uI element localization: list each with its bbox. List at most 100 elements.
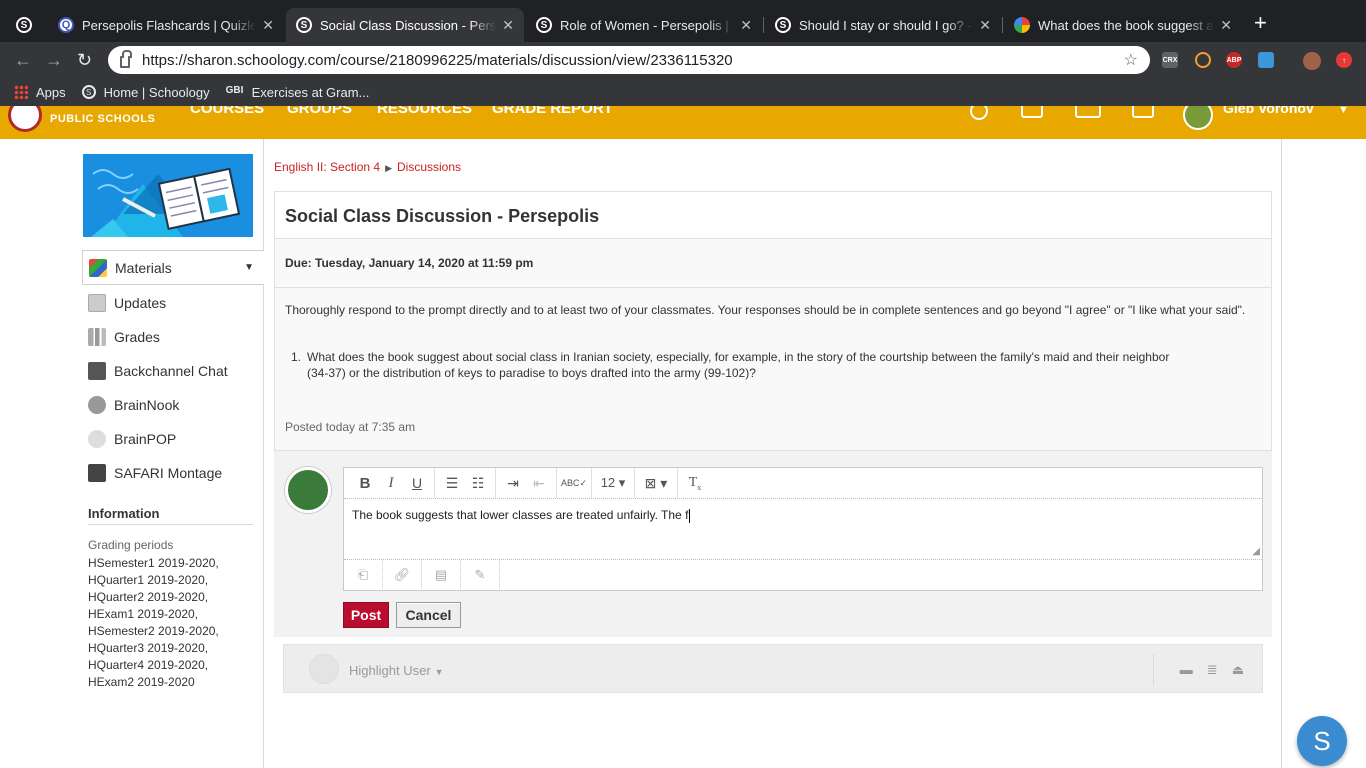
clear-formatting-icon[interactable]: Tx [682,475,708,492]
nav-groups[interactable]: GROUPS [287,106,352,117]
bookmark-grammar[interactable]: GBI Exercises at Gram... [226,85,370,100]
bookmark-schoology[interactable]: S Home | Schoology [81,84,210,100]
spellcheck-icon[interactable]: ABC✓ [561,478,587,489]
collapse-view-icon[interactable]: ▬ [1180,662,1193,678]
grading-period: HExam1 2019-2020, [88,607,199,621]
close-icon[interactable]: ✕ [740,17,752,34]
sidebar-item-grades[interactable]: Grades [82,320,264,354]
sidebar-item-safari-montage[interactable]: SAFARI Montage [82,456,264,490]
tab-google-search[interactable]: What does the book suggest about social … [1004,8,1242,42]
grading-period: HQuarter4 2019-2020, [88,658,209,672]
highlight-user-dropdown[interactable]: Highlight User ▼ [349,663,444,678]
owl-extension-icon[interactable] [1195,52,1211,68]
address-bar[interactable]: https://sharon.schoology.com/course/2180… [108,46,1150,74]
font-size-select[interactable]: 12 ▾ [596,475,630,491]
grading-periods-label: Grading periods [88,538,174,552]
post-button[interactable]: Post [343,602,389,628]
sidebar-item-brainnook[interactable]: BrainNook [82,388,264,422]
italic-icon[interactable]: I [378,475,404,492]
expand-all-icon[interactable]: ⏏ [1232,662,1244,678]
attach-file-icon[interactable]: ⎗ [344,559,383,591]
sidebar-item-updates[interactable]: Updates [82,286,264,320]
resize-handle-icon[interactable]: ◢ [1252,546,1260,557]
tab-title: Role of Women - Persepolis | Schoology [560,17,734,33]
school-logo[interactable] [8,106,42,132]
close-icon[interactable]: ✕ [502,17,514,34]
tab-title: Should I stay or should I go? - Persepol… [799,17,973,33]
tab-role-of-women[interactable]: S Role of Women - Persepolis | Schoology… [526,8,762,42]
bookmark-label: Home | Schoology [103,84,210,100]
close-icon[interactable]: ✕ [1220,17,1232,34]
content-right-border [1281,139,1282,768]
calendar-icon[interactable] [1021,106,1043,118]
tab-social-class[interactable]: S Social Class Discussion - Persepolis ✕ [286,8,524,42]
information-heading: Information [88,506,160,521]
back-arrow-icon[interactable]: ← [14,50,32,70]
avatar [309,654,339,684]
mail-icon[interactable] [1075,106,1101,118]
cancel-button[interactable]: Cancel [396,602,461,628]
toolbar-divider [495,468,496,498]
nav-grade-report[interactable]: GRADE REPORT [492,106,613,117]
page-title: Social Class Discussion - Persepolis [275,192,1271,239]
toolbar-divider [556,468,557,498]
new-tab-button[interactable]: + [1254,12,1267,34]
bold-icon[interactable]: B [352,475,378,492]
microphone-icon[interactable]: ✎ [461,559,500,591]
schoology-help-button[interactable]: S [1297,716,1347,766]
bookmark-apps[interactable]: Apps [14,85,66,100]
list-view-icon[interactable]: ≣ [1207,662,1218,678]
search-icon[interactable] [970,106,988,120]
sidebar-item-backchannel[interactable]: Backchannel Chat [82,354,264,388]
profile-avatar-icon[interactable] [1303,52,1321,70]
divider [88,524,253,525]
notifications-icon[interactable] [1132,106,1154,118]
tab-quizlet[interactable]: Q Persepolis Flashcards | Quizlet ✕ [48,8,284,42]
reply-text-input[interactable]: The book suggests that lower classes are… [352,508,691,523]
bulleted-list-icon[interactable]: ☰ [439,475,465,492]
sidebar-item-label: BrainPOP [114,431,177,447]
reload-icon[interactable]: ↻ [77,50,92,70]
blue-extension-icon[interactable] [1258,52,1274,68]
editor-toolbar: B I U ☰ ☷ ⇥ ⇤ ABC✓ 12 ▾ ⊠ ▾ Tx [344,468,1262,499]
tab-stay-or-go[interactable]: S Should I stay or should I go? - Persep… [765,8,1001,42]
user-name[interactable]: Gleb Voronov [1223,106,1314,116]
grading-period: HExam2 2019-2020 [88,675,195,689]
discussion-question: 1. What does the book suggest about soci… [291,349,1187,381]
schoology-icon: S [536,17,552,33]
chevron-down-icon[interactable]: ▼ [1338,106,1349,116]
adblock-extension-icon[interactable]: ABP [1226,52,1242,68]
divider [1153,655,1154,685]
link-icon[interactable]: 🔗︎ [383,559,422,591]
forward-arrow-icon[interactable]: → [45,50,63,70]
lock-icon [120,50,132,68]
pinned-tab[interactable]: S [6,8,44,42]
sidebar-item-brainpop[interactable]: BrainPOP [82,422,264,456]
nav-resources[interactable]: RESOURCES [377,106,472,117]
sidebar-item-materials[interactable]: Materials ▼ [82,250,264,285]
font-size-value: 12 [600,475,616,490]
breadcrumb-discussions-link[interactable]: Discussions [397,160,461,174]
breadcrumb-course-link[interactable]: English II: Section 4 [274,160,380,174]
close-icon[interactable]: ✕ [979,17,991,34]
insert-content-icon[interactable]: ⊠ ▾ [639,475,673,492]
crx-extension-icon[interactable]: CRX [1162,52,1178,68]
close-icon[interactable]: ✕ [262,17,274,34]
resource-icon[interactable]: ▤ [422,559,461,591]
tab-divider [763,17,764,33]
bookmark-star-icon[interactable]: ☆ [1124,50,1138,70]
indent-icon[interactable]: ⇥ [500,475,526,492]
caret-down-icon[interactable]: ▼ [244,262,254,273]
underline-icon[interactable]: U [404,475,430,491]
user-avatar[interactable] [1183,106,1213,130]
sidebar-item-label: Materials [115,259,172,276]
numbered-list-icon[interactable]: ☷ [465,475,491,492]
gbi-icon: GBI [225,85,244,96]
nav-courses[interactable]: COURSES [190,106,264,117]
tab-divider [1002,17,1003,33]
outdent-icon[interactable]: ⇤ [526,475,552,492]
toolbar-divider [434,468,435,498]
update-arrow-icon[interactable]: ↑ [1336,52,1352,68]
rich-text-editor[interactable]: B I U ☰ ☷ ⇥ ⇤ ABC✓ 12 ▾ ⊠ ▾ Tx The book … [343,467,1263,591]
view-options: ▬ ≣ ⏏ [1180,662,1244,678]
